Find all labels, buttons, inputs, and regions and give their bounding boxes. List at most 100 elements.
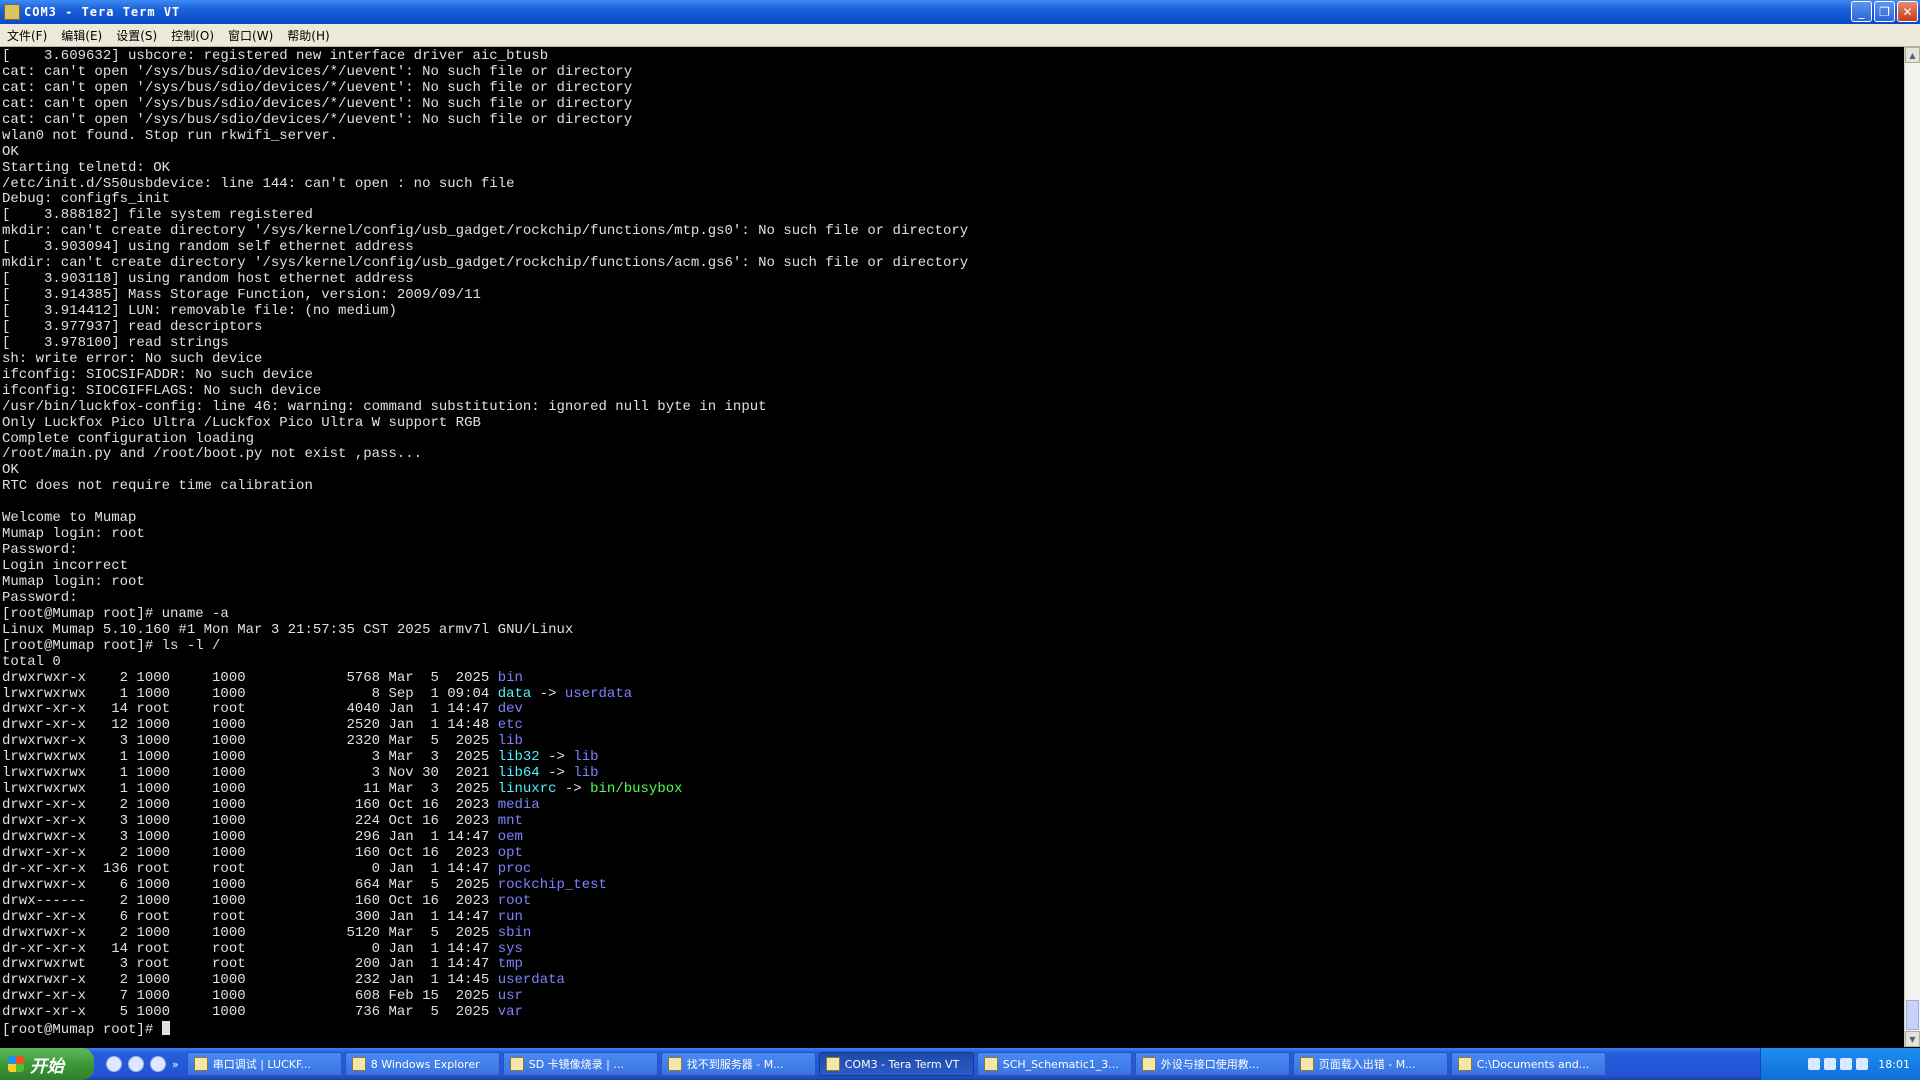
taskbar-button-label: 找不到服务器 - M... xyxy=(686,1058,784,1071)
keyboard-icon[interactable] xyxy=(1808,1058,1821,1070)
link-arrow: -> xyxy=(539,765,574,782)
terminal-screen[interactable]: [ 3.609632] usbcore: registered new inte… xyxy=(0,47,1904,1047)
vertical-scrollbar[interactable]: ▲ ▼ xyxy=(1904,47,1920,1047)
terminal-line: Only Luckfox Pico Ultra /Luckfox Pico Ul… xyxy=(2,414,481,431)
listing-name: opt xyxy=(497,844,523,861)
app-icon xyxy=(1299,1057,1314,1071)
system-tray: 18:01 xyxy=(1760,1048,1920,1080)
terminal-line: [ 3.914385] Mass Storage Function, versi… xyxy=(2,287,481,304)
minimize-button[interactable]: _ xyxy=(1851,1,1872,22)
listing-name: usr xyxy=(497,988,523,1005)
text-cursor xyxy=(161,1021,170,1036)
quick-launch: » xyxy=(106,1056,179,1072)
listing-name: root xyxy=(497,892,532,909)
terminal-line: cat: can't open '/sys/bus/sdio/devices/*… xyxy=(2,79,633,96)
listing-meta: drwxr-xr-x 3 1000 1000 224 Oct 16 2023 xyxy=(2,813,498,829)
listing-meta: drwxr-xr-x 12 1000 1000 2520 Jan 1 14:48 xyxy=(2,717,498,734)
listing-row: drwxrwxrwt 3 root root 200 Jan 1 14:47 t… xyxy=(2,956,1904,973)
listing-meta: drwxr-xr-x 2 1000 1000 160 Oct 16 2023 xyxy=(2,797,498,814)
listing-meta: dr-xr-xr-x 14 root root 0 Jan 1 14:47 xyxy=(2,940,498,957)
menu-edit[interactable]: 编辑(E) xyxy=(54,27,109,44)
scroll-up-button[interactable]: ▲ xyxy=(1905,47,1920,63)
listing-name: run xyxy=(497,908,523,925)
terminal-line: [root@Mumap root]# uname -a xyxy=(2,605,229,622)
taskbar-button[interactable]: SCH_Schematic1_3... xyxy=(976,1052,1132,1076)
taskbar: 开始 » 串口调试 | LUCKF... 8 Windows Explorer SD… xyxy=(0,1048,1920,1080)
menu-control[interactable]: 控制(O) xyxy=(164,27,221,44)
teraterm-icon xyxy=(4,4,20,20)
terminal-line: OK xyxy=(2,462,19,479)
listing-row: drwxr-xr-x 7 1000 1000 608 Feb 15 2025 u… xyxy=(2,988,1904,1005)
link-arrow: -> xyxy=(556,781,591,798)
listing-row: drwxr-xr-x 6 root root 300 Jan 1 14:47 r… xyxy=(2,908,1904,926)
listing-meta: drwxrwxr-x 2 1000 1000 5120 Mar 5 2025 xyxy=(2,924,498,941)
menu-bar: 文件(F) 编辑(E) 设置(S) 控制(O) 窗口(W) 帮助(H) xyxy=(0,24,1920,47)
window-title: COM3 - Tera Term VT xyxy=(24,5,181,19)
listing-meta: drwxr-xr-x 7 1000 1000 608 Feb 15 2025 xyxy=(2,988,498,1005)
start-button[interactable]: 开始 xyxy=(0,1048,94,1080)
terminal-line: sh: write error: No such device xyxy=(2,350,263,367)
taskbar-button[interactable]: 页面载入出错 - M... xyxy=(1292,1052,1448,1076)
listing-row: drwxrwxr-x 6 1000 1000 664 Mar 5 2025 ro… xyxy=(2,876,1904,894)
terminal-line: Login incorrect xyxy=(2,558,129,574)
title-bar[interactable]: COM3 - Tera Term VT _ ❐ ✕ xyxy=(0,0,1920,24)
menu-file[interactable]: 文件(F) xyxy=(0,27,54,44)
taskbar-button[interactable]: SD 卡镜像烧录 | ... xyxy=(502,1052,658,1076)
terminal-line: Welcome to Mumap xyxy=(2,510,137,527)
taskbar-button[interactable]: 找不到服务器 - M... xyxy=(660,1052,816,1076)
close-button[interactable]: ✕ xyxy=(1897,1,1918,22)
menu-setup[interactable]: 设置(S) xyxy=(109,27,164,44)
desktop-icon[interactable] xyxy=(106,1056,122,1072)
taskbar-button[interactable]: 8 Windows Explorer xyxy=(344,1052,500,1076)
listing-row: drwxr-xr-x 2 1000 1000 160 Oct 16 2023 o… xyxy=(2,844,1904,862)
listing-name: data xyxy=(497,685,532,702)
terminal-output: [ 3.609632] usbcore: registered new inte… xyxy=(0,47,1904,1038)
listing-meta: drwxrwxr-x 6 1000 1000 664 Mar 5 2025 xyxy=(2,876,498,893)
terminal-line: /usr/bin/luckfox-config: line 46: warnin… xyxy=(2,398,767,415)
listing-name: rockchip_test xyxy=(497,876,607,893)
listing-row: lrwxrwxrwx 1 1000 1000 11 Mar 3 2025 lin… xyxy=(2,781,1904,798)
menu-window[interactable]: 窗口(W) xyxy=(221,27,280,44)
terminal-line: Starting telnetd: OK xyxy=(2,159,171,176)
network-icon[interactable] xyxy=(1824,1058,1837,1070)
listing-meta: drwxrwxr-x 2 1000 1000 232 Jan 1 14:45 xyxy=(2,972,498,989)
listing-row: drwxrwxr-x 2 1000 1000 5768 Mar 5 2025 b… xyxy=(2,669,1904,687)
taskbar-button[interactable]: 外设与接口使用教... xyxy=(1134,1052,1290,1076)
terminal-line: /etc/init.d/S50usbdevice: line 144: can'… xyxy=(2,175,515,192)
listing-meta: drwxr-xr-x 2 1000 1000 160 Oct 16 2023 xyxy=(2,844,498,861)
taskbar-button[interactable]: COM3 - Tera Term VT xyxy=(818,1052,974,1076)
listing-meta: drwxrwxr-x 2 1000 1000 5768 Mar 5 2025 xyxy=(2,669,498,686)
start-label: 开始 xyxy=(30,1056,64,1077)
taskbar-button-label: 页面载入出错 - M... xyxy=(1318,1058,1416,1071)
taskbar-button-label: SCH_Schematic1_3... xyxy=(1002,1057,1119,1071)
taskbar-button[interactable]: 串口调试 | LUCKF... xyxy=(186,1052,342,1076)
prompt-line: [root@Mumap root]# xyxy=(2,1021,1904,1038)
terminal-line: [ 3.888182] file system registered xyxy=(2,207,313,224)
listing-name: oem xyxy=(497,828,523,845)
listing-meta: drwxr-xr-x 5 1000 1000 736 Mar 5 2025 xyxy=(2,1004,498,1021)
maximize-button[interactable]: ❐ xyxy=(1874,1,1895,22)
quick-launch-more[interactable]: » xyxy=(172,1058,179,1071)
terminal-line: wlan0 not found. Stop run rkwifi_server. xyxy=(2,127,339,144)
menu-help[interactable]: 帮助(H) xyxy=(280,27,336,44)
listing-name: tmp xyxy=(497,956,523,973)
ie-icon[interactable] xyxy=(128,1056,144,1072)
link-arrow: -> xyxy=(531,685,565,702)
listing-row: lrwxrwxrwx 1 1000 1000 8 Sep 1 09:04 dat… xyxy=(2,685,1904,703)
volume-icon[interactable] xyxy=(1840,1058,1853,1070)
browser-icon[interactable] xyxy=(150,1056,166,1072)
security-icon[interactable] xyxy=(1856,1058,1869,1070)
listing-meta: lrwxrwxrwx 1 1000 1000 11 Mar 3 2025 xyxy=(2,781,498,798)
listing-meta: lrwxrwxrwx 1 1000 1000 3 Mar 3 2025 xyxy=(2,749,498,766)
scroll-down-button[interactable]: ▼ xyxy=(1905,1031,1920,1047)
scroll-thumb[interactable] xyxy=(1906,1000,1919,1030)
listing-row: drwxrwxr-x 2 1000 1000 232 Jan 1 14:45 u… xyxy=(2,972,1904,989)
terminal-line: /root/main.py and /root/boot.py not exis… xyxy=(2,446,423,463)
terminal-line: RTC does not require time calibration xyxy=(2,478,313,495)
taskbar-button[interactable]: C:\Documents and... xyxy=(1450,1052,1606,1076)
terminal-line: Complete configuration loading xyxy=(2,430,255,447)
terminal-line: total 0 xyxy=(2,653,61,670)
listing-meta: drwx------ 2 1000 1000 160 Oct 16 2023 xyxy=(2,892,498,909)
clock: 18:01 xyxy=(1878,1057,1910,1071)
